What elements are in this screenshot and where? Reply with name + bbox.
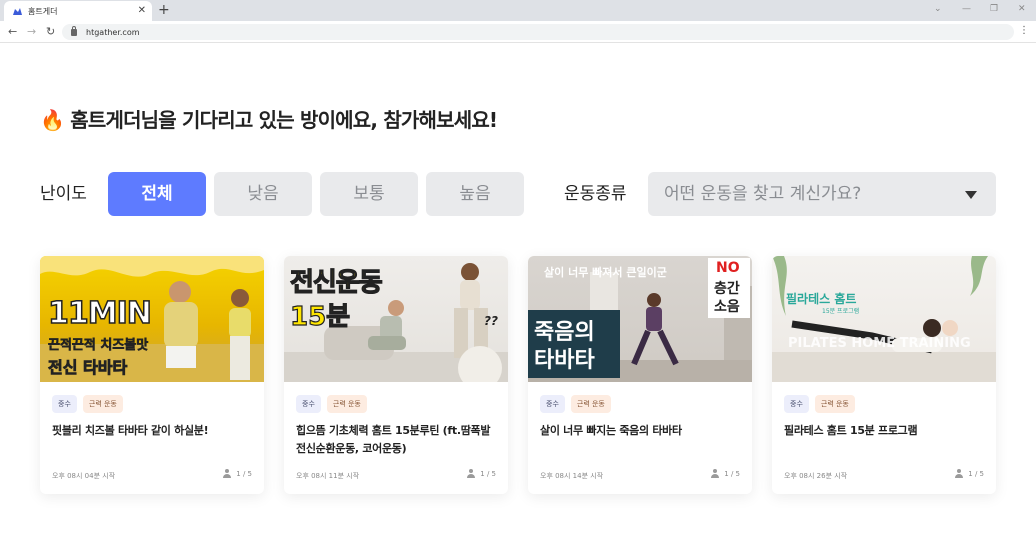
thumbnail-text: 타바타 bbox=[534, 348, 595, 373]
exercise-type-tag: 근력 운동 bbox=[326, 395, 367, 413]
difficulty-all-button[interactable]: 전체 bbox=[108, 172, 206, 216]
url-text: htgather.com bbox=[86, 27, 140, 37]
thumbnail-text: PILATES HOME TRAINING bbox=[788, 336, 971, 351]
start-time: 오후 08시 26분 시작 bbox=[784, 472, 848, 480]
exercise-type-tag: 근력 운동 bbox=[82, 395, 123, 413]
person-icon bbox=[467, 469, 476, 478]
room-title: 필라테스 홈트 15분 프로그램 bbox=[784, 424, 918, 437]
thumbnail-text: 15분 bbox=[289, 301, 351, 332]
difficulty-medium-button[interactable]: 보통 bbox=[320, 172, 418, 216]
difficulty-low-button[interactable]: 낮음 bbox=[214, 172, 312, 216]
thumbnail-text: 전신 타바타 bbox=[48, 358, 128, 378]
page-title: 🔥 홈트게더님을 기다리고 있는 방이에요, 참가해보세요! bbox=[40, 104, 498, 133]
tab-search-icon[interactable]: ⌄ bbox=[934, 3, 942, 15]
room-card[interactable]: 11MIN 끈적끈적 치즈볼맛 전신 타바타 중수 근력 운동 핏블리 치즈볼 … bbox=[40, 256, 264, 494]
thumbnail-text: 소음 bbox=[714, 299, 740, 315]
room-thumbnail: 살이 너무 빠져서 큰일이군 NO 층간 소음 죽음의 타바타 bbox=[528, 256, 752, 382]
participant-count: 1 / 5 bbox=[467, 469, 496, 478]
participant-count: 1 / 5 bbox=[955, 469, 984, 478]
level-tag: 중수 bbox=[540, 395, 565, 413]
person-icon bbox=[223, 469, 232, 478]
room-thumbnail: 전신운동 15분 ?? bbox=[284, 256, 508, 382]
room-card[interactable]: 전신운동 15분 ?? 중수 근력 운동 힙으뜸 기초체력 홈트 15분루틴 (… bbox=[284, 256, 508, 494]
back-icon[interactable]: ← bbox=[8, 25, 17, 39]
participant-count-text: 1 / 5 bbox=[236, 469, 252, 478]
start-time: 오후 08시 11분 시작 bbox=[296, 472, 360, 480]
tag-group: 중수 근력 운동 bbox=[296, 395, 367, 413]
headline-text: 홈트게더님을 기다리고 있는 방이에요, 참가해보세요! bbox=[70, 108, 498, 132]
room-title: 살이 너무 빠지는 죽음의 타바타 bbox=[540, 424, 682, 437]
tag-group: 중수 근력 운동 bbox=[540, 395, 611, 413]
room-title: 힙으뜸 기초체력 홈트 15분루틴 (ft.땀폭발 전신순환운동, 코어운동) bbox=[296, 424, 491, 455]
dropdown-caret-icon bbox=[965, 191, 977, 199]
participant-count-text: 1 / 5 bbox=[968, 469, 984, 478]
room-thumbnail: 11MIN 끈적끈적 치즈볼맛 전신 타바타 bbox=[40, 256, 264, 382]
participant-count: 1 / 5 bbox=[223, 469, 252, 478]
participant-count-text: 1 / 5 bbox=[724, 469, 740, 478]
thumbnail-text: 필라테스 홈트 bbox=[786, 292, 857, 306]
room-title: 핏블리 치즈볼 타바타 같이 하실분! bbox=[52, 424, 209, 437]
difficulty-high-button[interactable]: 높음 bbox=[426, 172, 524, 216]
exercise-type-placeholder: 어떤 운동을 찾고 계신가요? bbox=[664, 184, 862, 204]
tag-group: 중수 근력 운동 bbox=[784, 395, 855, 413]
browser-toolbar: ← → ↻ htgather.com bbox=[0, 21, 1036, 43]
filter-bar: 난이도 전체 낮음 보통 높음 운동종류 어떤 운동을 찾고 계신가요? bbox=[40, 172, 996, 216]
thumbnail-text: 15분 프로그램 bbox=[822, 308, 860, 315]
thumbnail-text: 전신운동 bbox=[289, 267, 383, 298]
thumbnail-text: 층간 bbox=[714, 281, 740, 297]
tab-close-icon[interactable]: ✕ bbox=[138, 6, 146, 16]
site-favicon-icon bbox=[13, 7, 22, 15]
browser-menu-icon[interactable]: ⋮ bbox=[1019, 25, 1029, 37]
exercise-type-tag: 근력 운동 bbox=[570, 395, 611, 413]
level-tag: 중수 bbox=[52, 395, 77, 413]
reload-icon[interactable]: ↻ bbox=[46, 25, 55, 39]
browser-tab[interactable]: 홈트게더 ✕ bbox=[4, 1, 152, 21]
person-icon bbox=[955, 469, 964, 478]
exercise-type-tag: 근력 운동 bbox=[814, 395, 855, 413]
level-tag: 중수 bbox=[784, 395, 809, 413]
thumbnail-text: 11MIN bbox=[47, 295, 152, 332]
start-time: 오후 08시 04분 시작 bbox=[52, 472, 116, 480]
fire-icon: 🔥 bbox=[40, 108, 65, 132]
tab-title: 홈트게더 bbox=[28, 6, 58, 16]
participant-count: 1 / 5 bbox=[711, 469, 740, 478]
exercise-type-label: 운동종류 bbox=[564, 184, 627, 204]
difficulty-label: 난이도 bbox=[40, 184, 87, 204]
window-close-icon[interactable]: ✕ bbox=[1018, 3, 1026, 15]
lock-icon bbox=[71, 25, 77, 36]
thumbnail-text: ?? bbox=[484, 314, 498, 328]
thumbnail-text: 살이 너무 빠져서 큰일이군 bbox=[544, 266, 667, 279]
thumbnail-text: NO bbox=[716, 260, 740, 276]
new-tab-button[interactable]: + bbox=[158, 2, 170, 18]
thumbnail-scene bbox=[772, 256, 996, 382]
level-tag: 중수 bbox=[296, 395, 321, 413]
room-card[interactable]: 필라테스 홈트 15분 프로그램 PILATES HOME TRAINING 중… bbox=[772, 256, 996, 494]
tag-group: 중수 근력 운동 bbox=[52, 395, 123, 413]
start-time: 오후 08시 14분 시작 bbox=[540, 472, 604, 480]
browser-tabbar: 홈트게더 ✕ + ⌄ — ❐ ✕ bbox=[0, 0, 1036, 21]
person-icon bbox=[711, 469, 720, 478]
thumbnail-text: 끈적끈적 치즈볼맛 bbox=[48, 338, 149, 354]
forward-icon[interactable]: → bbox=[27, 25, 36, 39]
restore-icon[interactable]: ❐ bbox=[990, 3, 998, 15]
room-card[interactable]: 살이 너무 빠져서 큰일이군 NO 층간 소음 죽음의 타바타 중수 근력 운동… bbox=[528, 256, 752, 494]
room-thumbnail: 필라테스 홈트 15분 프로그램 PILATES HOME TRAINING bbox=[772, 256, 996, 382]
participant-count-text: 1 / 5 bbox=[480, 469, 496, 478]
minimize-icon[interactable]: — bbox=[962, 3, 971, 15]
exercise-type-select[interactable]: 어떤 운동을 찾고 계신가요? bbox=[648, 172, 996, 216]
address-bar[interactable]: htgather.com bbox=[62, 24, 1014, 40]
